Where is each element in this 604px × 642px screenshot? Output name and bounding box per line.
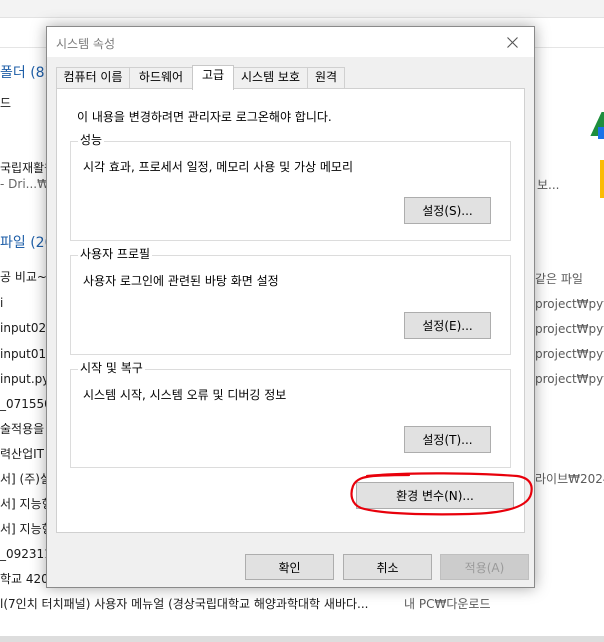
advanced-tab-panel: 이 내용을 변경하려면 관리자로 로그온해야 합니다. 성능 시각 효과, 프로… [56,88,525,533]
list-item[interactable]: _092311 [0,547,52,561]
list-item-location: 내 PC₩다운로드 [404,597,491,611]
list-item[interactable]: 드 [0,96,11,110]
close-button[interactable] [490,27,534,57]
dialog-title: 시스템 속성 [56,37,116,51]
startup-recovery-group: 시작 및 복구 시스템 시작, 시스템 오류 및 디버깅 정보 설정(T)... [70,361,511,468]
tab-remote[interactable]: 원격 [307,67,345,88]
list-item[interactable]: 서] 지능형 [0,522,53,536]
list-item-location: project₩pyth [535,347,604,361]
app-logo-icon [598,127,604,139]
cancel-button[interactable]: 취소 [343,554,432,580]
horizontal-scrollbar[interactable] [0,636,604,642]
group-label: 성능 [78,133,105,147]
group-description: 시각 효과, 프로세서 일정, 메모리 사용 및 가상 메모리 [83,160,353,174]
list-item-location: 라이브₩2024 [535,472,604,486]
red-highlight-annotation [350,472,533,516]
list-item[interactable]: i [0,296,3,310]
list-item[interactable]: 력산업IT [0,447,44,461]
tab-computer-name[interactable]: 컴퓨터 이름 [56,67,130,88]
performance-settings-button[interactable]: 설정(S)... [404,197,491,224]
list-item[interactable]: 서] (주)실 [0,472,51,486]
list-item[interactable]: _071550 [0,397,52,411]
close-icon [506,36,518,48]
list-item[interactable]: input01. [0,347,50,361]
list-item[interactable]: 서] 지능형 [0,497,53,511]
group-label: 시작 및 복구 [78,361,145,375]
explorer-top-bar [0,0,604,18]
tab-advanced[interactable]: 고급 [192,65,234,90]
list-item[interactable]: 술적용을 [0,422,44,436]
app-logo-icon [600,160,604,198]
list-item-location: project₩pyth [535,372,604,386]
group-description: 시스템 시작, 시스템 오류 및 디버깅 정보 [83,388,287,402]
apply-button[interactable]: 적용(A) [440,554,529,580]
admin-notice: 이 내용을 변경하려면 관리자로 로그온해야 합니다. [77,110,332,124]
section-heading-folders[interactable]: 폴더 (8) [0,66,50,80]
list-item-location: project₩pyth [535,322,604,336]
list-item[interactable]: input.py [0,372,49,386]
startup-recovery-settings-button[interactable]: 설정(T)... [404,426,491,453]
list-item[interactable]: l(7인치 터치패널) 사용자 메뉴얼 (경상국립대학교 해양과학대학 새바다.… [0,597,368,611]
list-item-location: 보... [537,178,560,192]
user-profiles-settings-button[interactable]: 설정(E)... [404,312,491,339]
ok-button[interactable]: 확인 [245,554,334,580]
dialog-titlebar[interactable]: 시스템 속성 [47,27,534,57]
list-item[interactable]: 학교 420 [0,572,49,586]
column-header-location: 같은 파일 [535,272,583,286]
performance-group: 성능 시각 효과, 프로세서 일정, 메모리 사용 및 가상 메모리 설정(S)… [70,133,511,241]
group-description: 사용자 로그인에 관련된 바탕 화면 설정 [83,274,279,288]
list-item[interactable]: input02. [0,321,50,335]
tab-system-protection[interactable]: 시스템 보호 [233,67,308,88]
user-profiles-group: 사용자 프로필 사용자 로그인에 관련된 바탕 화면 설정 설정(E)... [70,247,511,355]
group-label: 사용자 프로필 [78,247,153,261]
list-item-location: project₩pyth [535,297,604,311]
tab-hardware[interactable]: 하드웨어 [129,67,193,88]
